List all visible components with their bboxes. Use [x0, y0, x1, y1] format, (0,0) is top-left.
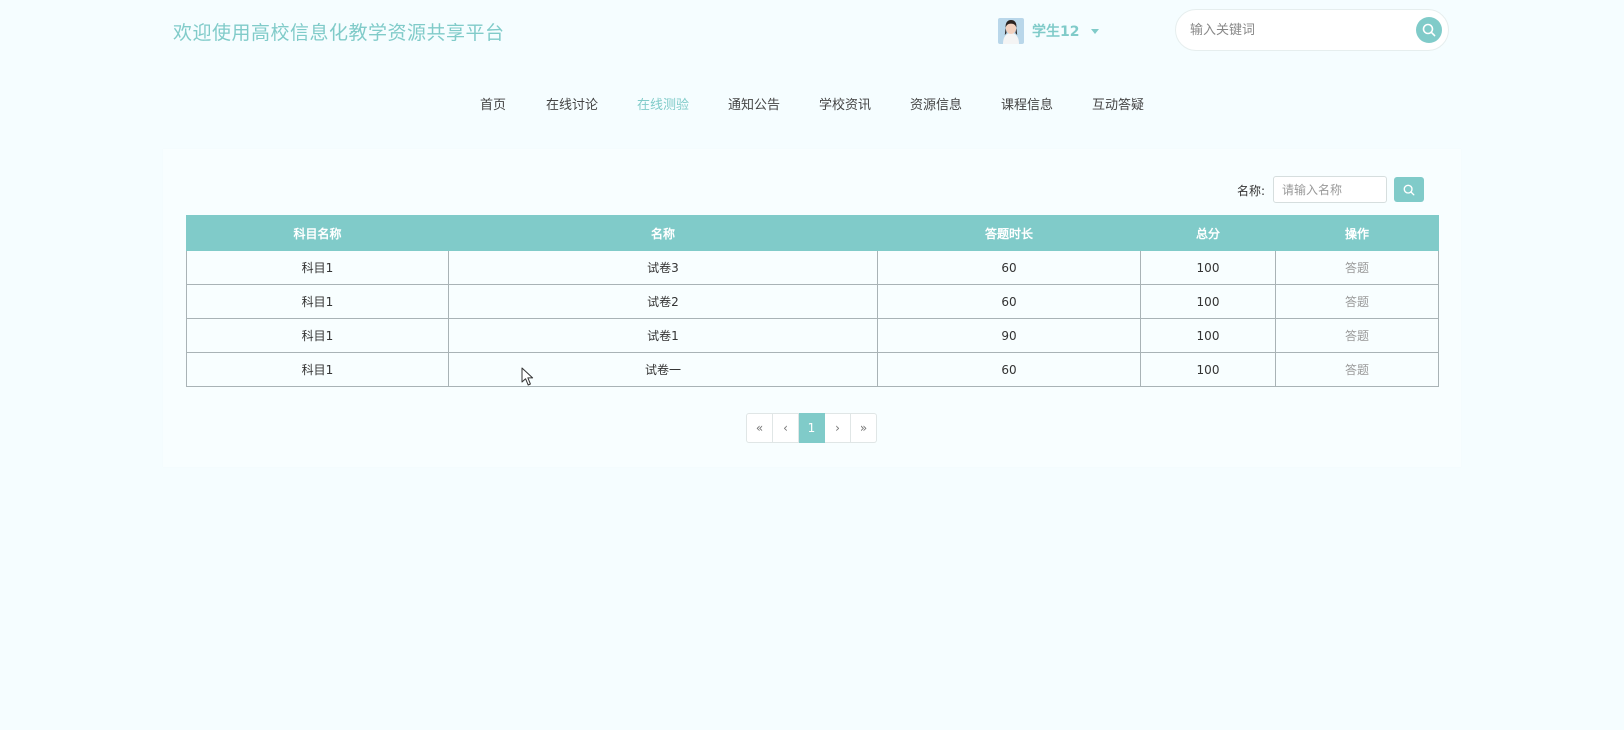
table-row: 科目1 试卷一 60 100 答题	[186, 352, 1439, 387]
next-page-button[interactable]: ›	[825, 413, 851, 443]
cell-subject: 科目1	[186, 352, 449, 387]
table-row: 科目1 试卷1 90 100 答题	[186, 318, 1439, 353]
last-page-button[interactable]: »	[851, 413, 877, 443]
nav-item-courses[interactable]: 课程信息	[1001, 94, 1053, 113]
nav-item-school-news[interactable]: 学校资讯	[819, 94, 871, 113]
chevron-down-icon[interactable]	[1091, 28, 1100, 34]
site-title: 欢迎使用高校信息化教学资源共享平台	[173, 22, 505, 44]
name-filter-input[interactable]	[1273, 176, 1387, 203]
cell-subject: 科目1	[186, 318, 449, 353]
cell-score: 100	[1140, 250, 1276, 285]
search-button[interactable]	[1416, 17, 1442, 43]
cell-subject: 科目1	[186, 250, 449, 285]
cell-score: 100	[1140, 318, 1276, 353]
answer-link[interactable]: 答题	[1275, 284, 1439, 319]
search-icon	[1403, 184, 1415, 195]
cell-duration: 90	[877, 318, 1141, 353]
cell-subject: 科目1	[186, 284, 449, 319]
prev-page-button[interactable]: ‹	[773, 413, 799, 443]
nav-item-qa[interactable]: 互动答疑	[1092, 94, 1144, 113]
column-header-action: 操作	[1275, 215, 1439, 251]
cell-score: 100	[1140, 352, 1276, 387]
nav-item-discussion[interactable]: 在线讨论	[546, 94, 598, 113]
cell-score: 100	[1140, 284, 1276, 319]
filter-search-button[interactable]	[1394, 177, 1424, 202]
cell-name: 试卷3	[448, 250, 878, 285]
global-search	[1175, 9, 1449, 51]
search-input[interactable]	[1190, 19, 1400, 41]
nav-item-online-test[interactable]: 在线测验	[637, 94, 689, 113]
user-avatar[interactable]	[998, 18, 1024, 44]
cell-name: 试卷1	[448, 318, 878, 353]
answer-link[interactable]: 答题	[1275, 352, 1439, 387]
nav-item-home[interactable]: 首页	[480, 94, 506, 113]
column-header-duration: 答题时长	[877, 215, 1141, 251]
cell-name: 试卷2	[448, 284, 878, 319]
user-menu[interactable]: 学生12	[998, 17, 1100, 45]
user-name: 学生12	[1032, 24, 1080, 40]
nav-item-resources[interactable]: 资源信息	[910, 94, 962, 113]
answer-link[interactable]: 答题	[1275, 318, 1439, 353]
cell-name: 试卷一	[448, 352, 878, 387]
cell-duration: 60	[877, 352, 1141, 387]
table-header-row: 科目名称 名称 答题时长 总分 操作	[186, 215, 1439, 251]
answer-link[interactable]: 答题	[1275, 250, 1439, 285]
table-row: 科目1 试卷3 60 100 答题	[186, 250, 1439, 285]
column-header-score: 总分	[1140, 215, 1276, 251]
mouse-cursor-icon	[521, 367, 534, 386]
main-nav: 首页 在线讨论 在线测验 通知公告 学校资讯 资源信息 课程信息 互动答疑	[0, 94, 1624, 114]
search-icon	[1422, 23, 1436, 37]
page-number-button[interactable]: 1	[799, 413, 825, 443]
nav-item-notices[interactable]: 通知公告	[728, 94, 780, 113]
table-row: 科目1 试卷2 60 100 答题	[186, 284, 1439, 319]
cell-duration: 60	[877, 250, 1141, 285]
pagination: « ‹ 1 › »	[746, 413, 877, 443]
first-page-button[interactable]: «	[746, 413, 773, 443]
column-header-name: 名称	[448, 215, 878, 251]
filter-name-label: 名称:	[1237, 184, 1266, 198]
cell-duration: 60	[877, 284, 1141, 319]
exam-table: 科目名称 名称 答题时长 总分 操作 科目1 试卷3 60 100 答题 科目1…	[186, 215, 1439, 387]
column-header-subject: 科目名称	[186, 215, 449, 251]
